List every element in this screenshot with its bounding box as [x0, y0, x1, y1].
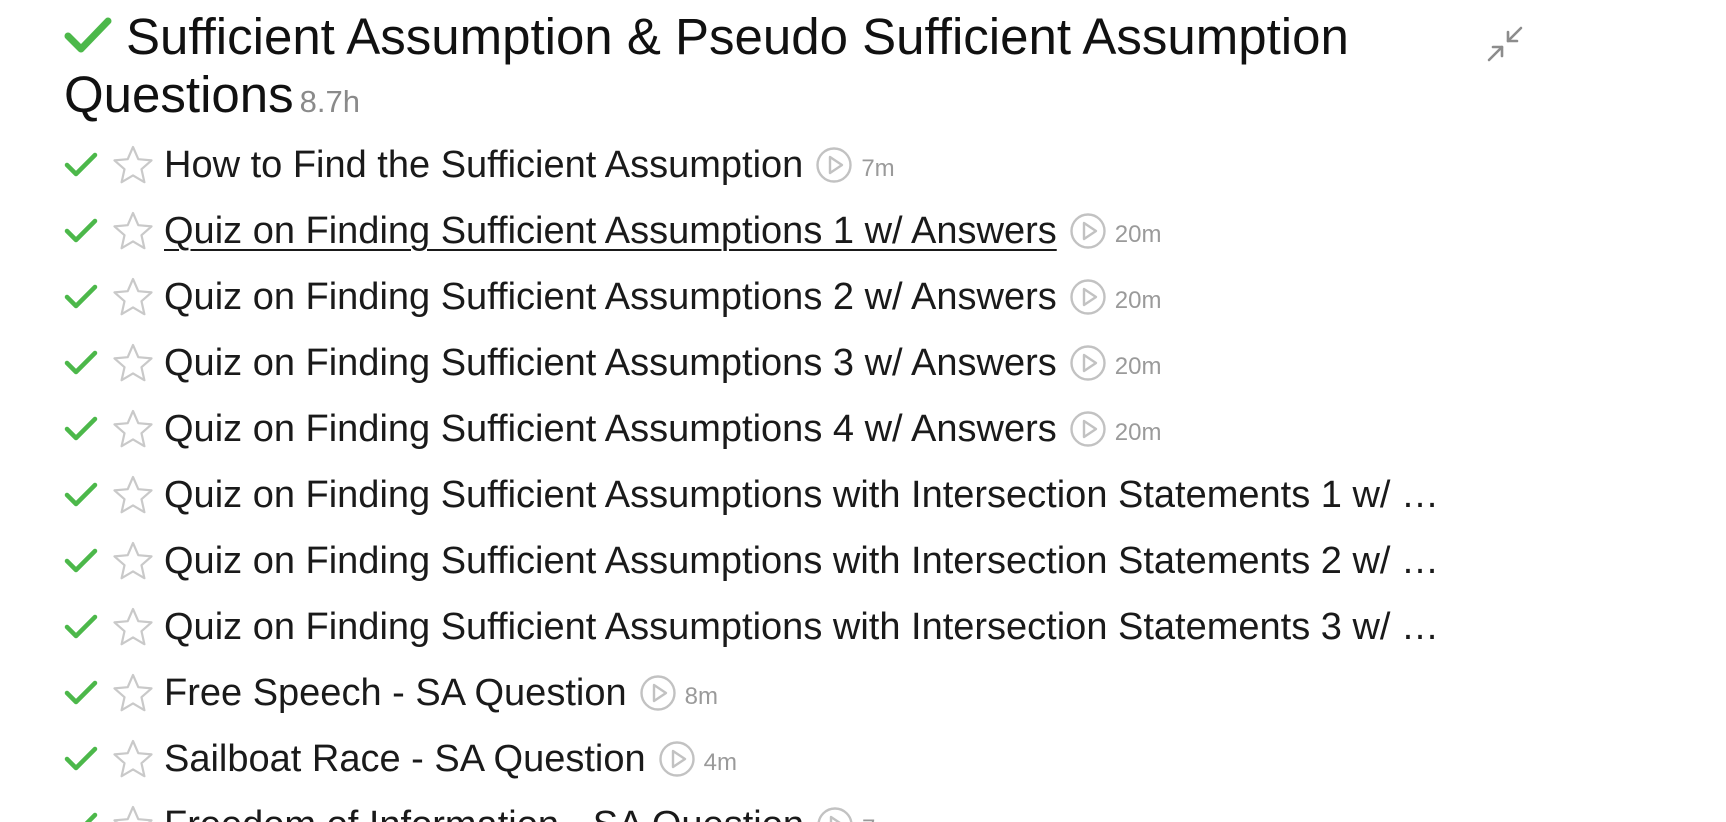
lesson-duration: 7m	[862, 807, 895, 822]
course-section-page: Sufficient Assumption & Pseudo Sufficien…	[0, 0, 1726, 822]
lesson-title-link[interactable]: Quiz on Finding Sufficient Assumptions 1…	[164, 210, 1057, 253]
lesson-row[interactable]: Quiz on Finding Sufficient Assumptions 3…	[64, 330, 1584, 396]
lesson-row[interactable]: Quiz on Finding Sufficient Assumptions w…	[64, 594, 1584, 660]
star-icon[interactable]	[112, 540, 154, 582]
star-icon[interactable]	[112, 606, 154, 648]
star-icon[interactable]	[112, 342, 154, 384]
lesson-title-link[interactable]: Freedom of Information - SA Question	[164, 804, 804, 822]
star-icon[interactable]	[112, 408, 154, 450]
check-icon	[64, 350, 98, 375]
lesson-row[interactable]: Quiz on Finding Sufficient Assumptions 1…	[64, 198, 1584, 264]
lesson-row[interactable]: Sailboat Race - SA Question 4m	[64, 726, 1584, 792]
check-icon	[64, 680, 98, 705]
check-icon	[64, 218, 98, 243]
star-icon[interactable]	[112, 738, 154, 780]
lesson-title-link[interactable]: Quiz on Finding Sufficient Assumptions w…	[164, 606, 1439, 649]
play-icon[interactable]	[816, 806, 854, 822]
star-icon[interactable]	[112, 672, 154, 714]
play-icon[interactable]	[1069, 212, 1107, 250]
lesson-title-link[interactable]: Quiz on Finding Sufficient Assumptions 2…	[164, 276, 1057, 319]
lesson-duration: 20m	[1114, 287, 1162, 314]
lesson-duration: 7m	[861, 155, 895, 182]
lesson-title-link[interactable]: Quiz on Finding Sufficient Assumptions 4…	[164, 408, 1057, 451]
lesson-title-link[interactable]: How to Find the Sufficient Assumption	[164, 144, 803, 187]
lesson-row[interactable]: Quiz on Finding Sufficient Assumptions 4…	[64, 396, 1584, 462]
star-icon[interactable]	[112, 474, 154, 516]
play-icon[interactable]	[639, 674, 677, 712]
check-icon	[64, 746, 98, 771]
check-icon	[64, 17, 112, 53]
check-icon	[64, 548, 98, 573]
play-icon[interactable]	[1069, 344, 1107, 382]
play-icon[interactable]	[1069, 410, 1107, 448]
lesson-row[interactable]: Free Speech - SA Question 8m	[64, 660, 1584, 726]
play-icon[interactable]	[658, 740, 696, 778]
lesson-row[interactable]: Quiz on Finding Sufficient Assumptions w…	[64, 462, 1584, 528]
star-icon[interactable]	[112, 276, 154, 318]
lesson-title-link[interactable]: Free Speech - SA Question	[164, 672, 627, 715]
lesson-duration: 8m	[684, 683, 718, 710]
check-icon	[64, 614, 98, 639]
collapse-arrows-icon[interactable]	[1485, 24, 1525, 64]
lesson-duration: 20m	[1114, 221, 1162, 248]
check-icon	[64, 482, 98, 507]
lesson-row[interactable]: Quiz on Finding Sufficient Assumptions w…	[64, 528, 1584, 594]
lesson-title-link[interactable]: Quiz on Finding Sufficient Assumptions 3…	[164, 342, 1057, 385]
section-title-text: Sufficient Assumption & Pseudo Sufficien…	[64, 8, 1349, 123]
check-icon	[64, 152, 98, 177]
star-icon[interactable]	[112, 144, 154, 186]
check-icon	[84, 812, 98, 822]
lesson-row[interactable]: How to Find the Sufficient Assumption 7m	[64, 132, 1584, 198]
play-icon[interactable]	[1069, 278, 1107, 316]
section-title: Sufficient Assumption & Pseudo Sufficien…	[64, 8, 1484, 131]
check-icon	[64, 416, 98, 441]
lesson-title-link[interactable]: Sailboat Race - SA Question	[164, 738, 646, 781]
lesson-duration: 20m	[1114, 353, 1162, 380]
check-icon	[64, 284, 98, 309]
lesson-row[interactable]: Quiz on Finding Sufficient Assumptions 2…	[64, 264, 1584, 330]
lesson-duration: 20m	[1114, 419, 1162, 446]
star-icon[interactable]	[112, 210, 154, 252]
lesson-list: How to Find the Sufficient Assumption 7m Q…	[64, 132, 1584, 822]
section-total-time: 8.7h	[299, 84, 360, 119]
lesson-title-link[interactable]: Quiz on Finding Sufficient Assumptions w…	[164, 474, 1439, 517]
lesson-row[interactable]: Freedom of Information - SA Question 7m	[64, 792, 1584, 822]
section-header: Sufficient Assumption & Pseudo Sufficien…	[64, 8, 1484, 131]
play-icon[interactable]	[815, 146, 853, 184]
lesson-title-link[interactable]: Quiz on Finding Sufficient Assumptions w…	[164, 540, 1439, 583]
lesson-duration: 4m	[703, 749, 737, 776]
star-icon[interactable]	[112, 804, 154, 822]
